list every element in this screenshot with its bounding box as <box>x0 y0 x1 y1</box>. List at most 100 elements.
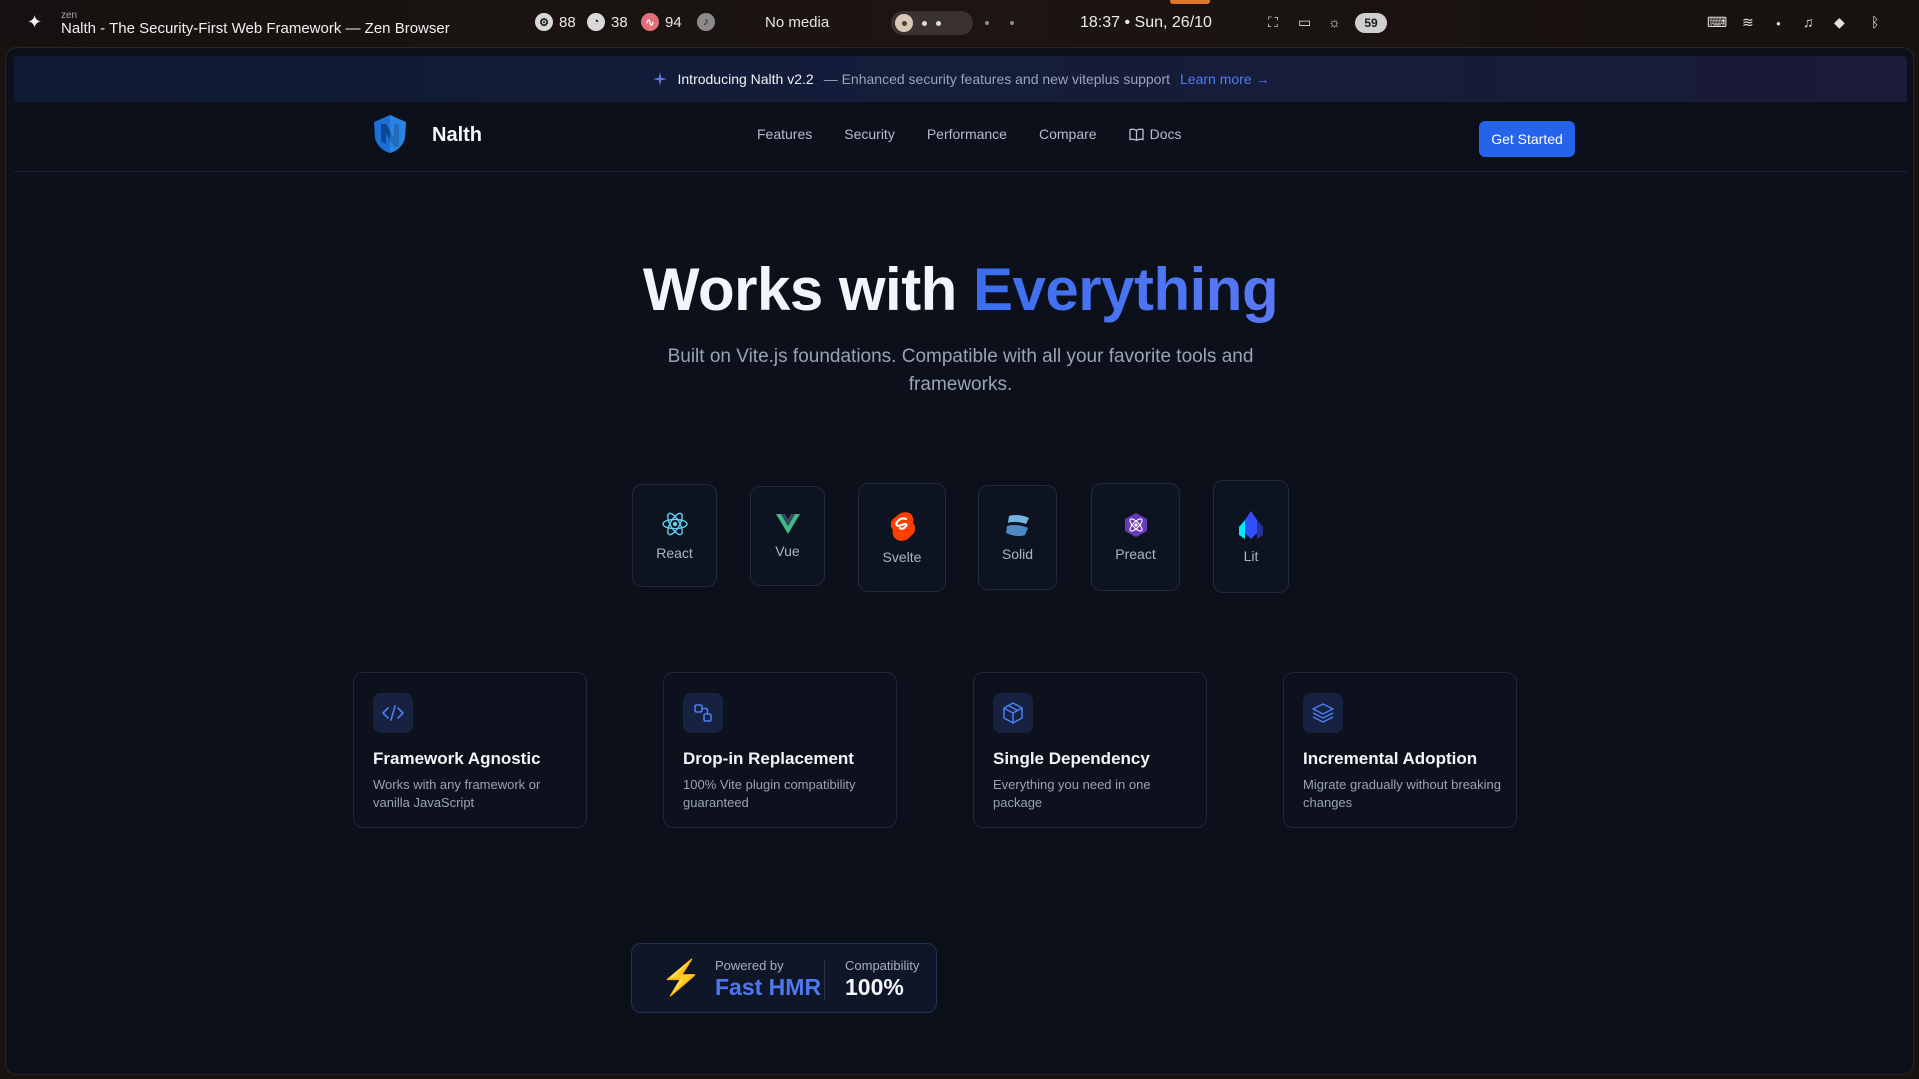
framework-label-preact: Preact <box>1115 546 1156 562</box>
workspace-2[interactable] <box>922 20 927 26</box>
feature-card-single-dependency: Single Dependency Everything you need in… <box>973 672 1207 828</box>
active-indicator <box>1170 0 1210 4</box>
separator-dot-icon: ● <box>1776 19 1781 28</box>
system-top-bar: ✦ zen Nalth - The Security-First Web Fra… <box>0 0 1919 46</box>
nav-links: Features Security Performance Compare Do… <box>757 126 1181 142</box>
lit-icon <box>1239 510 1263 539</box>
get-started-button[interactable]: Get Started <box>1479 121 1575 157</box>
feature-icon-box <box>373 693 413 733</box>
nav-link-performance[interactable]: Performance <box>927 126 1007 142</box>
react-icon <box>661 512 688 535</box>
memory-icon: ◔ <box>587 13 605 31</box>
framework-tile-preact[interactable]: Preact <box>1091 483 1180 591</box>
workspace-5[interactable] <box>1010 21 1014 25</box>
notification-count-badge[interactable]: 59 <box>1355 13 1387 33</box>
feature-card-framework-agnostic: Framework Agnostic Works with any framew… <box>353 672 587 828</box>
compatibility-value: 100% <box>845 974 904 1000</box>
replace-icon <box>694 704 712 722</box>
framework-label-lit: Lit <box>1243 547 1259 564</box>
workspace-4[interactable] <box>985 21 989 25</box>
vue-icon <box>775 514 800 534</box>
nav-link-docs-label: Docs <box>1149 126 1182 142</box>
framework-label-solid: Solid <box>1001 545 1034 562</box>
hero-title-accent: Everything <box>973 256 1279 323</box>
feature-icon-box <box>1303 693 1343 733</box>
feature-title: Drop-in Replacement <box>683 749 854 768</box>
activity-stat[interactable]: ∿ 94 <box>641 13 682 31</box>
activity-value: 94 <box>665 13 682 31</box>
clock[interactable]: 18:37 • Sun, 26/10 <box>1080 14 1212 32</box>
memory-value: 38 <box>611 13 628 31</box>
feature-card-incremental-adoption: Incremental Adoption Migrate gradually w… <box>1283 672 1517 828</box>
framework-label-vue: Vue <box>775 543 800 559</box>
book-icon <box>1128 128 1144 141</box>
framework-tile-vue[interactable]: Vue <box>750 486 825 586</box>
media-status[interactable]: No media <box>765 14 829 31</box>
announcement-bar: Introducing Nalth v2.2 — Enhanced securi… <box>14 56 1907 102</box>
nav-link-docs[interactable]: Docs <box>1128 126 1182 142</box>
feature-icon-box <box>993 693 1033 733</box>
nav-link-security[interactable]: Security <box>844 126 895 142</box>
divider <box>824 959 825 999</box>
hero-title: Works with Everything <box>6 255 1913 324</box>
brand-name[interactable]: Nalth <box>432 124 482 147</box>
nav-link-compare[interactable]: Compare <box>1039 126 1097 142</box>
compatibility-label: Compatibility <box>845 958 920 973</box>
music-stat[interactable]: ♪ <box>697 13 715 31</box>
cpu-icon: ⚙ <box>535 13 553 31</box>
workspace-1-active[interactable] <box>895 14 913 32</box>
framework-tile-lit[interactable]: Lit <box>1213 480 1289 593</box>
keyboard-icon[interactable]: ⌨ <box>1707 14 1727 31</box>
framework-label-svelte: Svelte <box>882 548 922 565</box>
nalth-shield-logo-icon[interactable] <box>372 114 408 154</box>
preact-icon <box>1124 513 1147 537</box>
hero-subtitle: Built on Vite.js foundations. Compatible… <box>667 346 1254 395</box>
framework-tile-solid[interactable]: Solid <box>978 485 1057 590</box>
feature-description: Migrate gradually without breaking chang… <box>1303 777 1501 810</box>
layers-icon <box>1312 703 1334 723</box>
powered-by-value: Fast HMR <box>715 974 822 1000</box>
workspace-3[interactable] <box>936 20 941 26</box>
browser-window: Introducing Nalth v2.2 — Enhanced securi… <box>5 47 1914 1075</box>
site-navbar: Nalth Features Security Performance Comp… <box>14 102 1907 172</box>
feature-card-drop-in-replacement: Drop-in Replacement 100% Vite plugin com… <box>663 672 897 828</box>
framework-label-react: React <box>656 544 693 561</box>
framework-tile-svelte[interactable]: Svelte <box>858 483 946 592</box>
network-icon[interactable]: ◆ <box>1834 14 1845 31</box>
feature-description: 100% Vite plugin compatibility guarantee… <box>683 777 856 810</box>
powered-by-panel: ⚡ Powered by Fast HMR Compatibility 100% <box>631 943 937 1013</box>
cpu-stat[interactable]: ⚙ 88 <box>535 13 576 31</box>
wifi-icon[interactable]: ≋ <box>1742 14 1754 31</box>
launcher-star-icon[interactable]: ✦ <box>27 12 42 33</box>
package-icon <box>1003 702 1023 724</box>
keyboard-layout-icon[interactable]: ▭ <box>1298 14 1311 31</box>
music-note-icon: ♪ <box>697 13 715 31</box>
announcement-description: — Enhanced security features and new vit… <box>823 71 1171 87</box>
active-window-title: Nalth - The Security-First Web Framework… <box>61 20 450 37</box>
hero-title-plain: Works with <box>642 256 974 323</box>
feature-description: Works with any framework or vanilla Java… <box>373 777 541 810</box>
sparkle-icon <box>652 72 667 86</box>
svelte-icon <box>890 511 915 541</box>
learn-more-link[interactable]: Learn more → <box>1180 71 1269 87</box>
feature-description: Everything you need in one package <box>993 777 1151 810</box>
workspace-switcher[interactable] <box>891 11 973 35</box>
notification-bell-icon[interactable]: ♫ <box>1803 14 1814 30</box>
nav-link-features[interactable]: Features <box>757 126 812 142</box>
lightning-bolt-icon: ⚡ <box>660 959 703 997</box>
activity-icon: ∿ <box>641 13 659 31</box>
feature-title: Single Dependency <box>993 749 1150 768</box>
powered-by-label: Powered by <box>715 958 784 973</box>
fullscreen-icon[interactable]: ⛶ <box>1268 14 1278 31</box>
feature-title: Incremental Adoption <box>1303 749 1478 768</box>
framework-tile-react[interactable]: React <box>632 484 717 587</box>
memory-stat[interactable]: ◔ 38 <box>587 13 628 31</box>
announcement-intro: Introducing Nalth v2.2 <box>677 71 814 87</box>
feature-title: Framework Agnostic <box>373 749 541 768</box>
solid-icon <box>1005 514 1029 536</box>
bluetooth-icon[interactable]: ᛒ <box>1871 14 1879 30</box>
code-icon <box>382 705 404 721</box>
brightness-icon[interactable]: ☼ <box>1328 14 1341 30</box>
cpu-value: 88 <box>559 13 576 31</box>
feature-icon-box <box>683 693 723 733</box>
